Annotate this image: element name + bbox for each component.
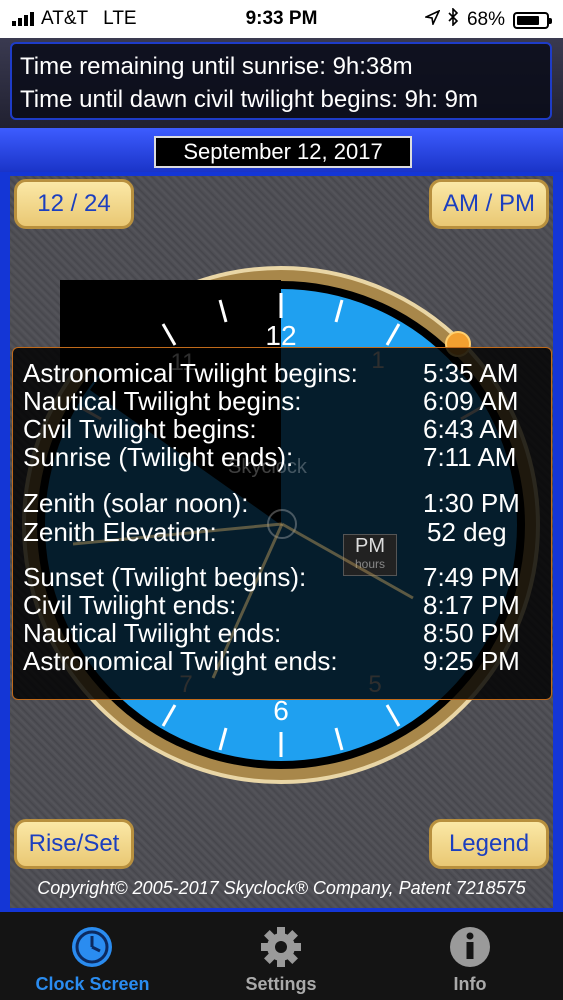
time-row: Zenith (solar noon): 1:30 PM	[23, 488, 520, 518]
tab-bar: Clock Screen Settings Info	[0, 912, 563, 1000]
tab-info[interactable]: Info	[400, 912, 540, 1000]
gear-icon	[261, 927, 301, 967]
time-row: Sunrise (Twilight ends): 7:11 AM	[23, 442, 517, 472]
tab-label: Info	[453, 974, 487, 994]
clock-icon	[72, 927, 112, 967]
legend-button[interactable]: Legend	[429, 819, 549, 869]
time-row: Nautical Twilight ends: 8:50 PM	[23, 618, 520, 648]
format-12-24-button[interactable]: 12 / 24	[14, 179, 134, 229]
time-row: Civil Twilight ends: 8:17 PM	[23, 590, 520, 620]
twilight-times-panel: Skyclock PM hours Astronomical Twilight …	[12, 347, 552, 700]
info-icon	[450, 927, 490, 967]
time-row: Nautical Twilight begins: 6:09 AM	[23, 386, 519, 416]
tab-settings[interactable]: Settings	[210, 912, 352, 1000]
time-row: Astronomical Twilight begins: 5:35 AM	[23, 358, 519, 388]
tab-clock-screen[interactable]: Clock Screen	[20, 912, 165, 1000]
tab-label: Clock Screen	[35, 974, 150, 994]
rise-set-button[interactable]: Rise/Set	[14, 819, 134, 869]
time-row: Civil Twilight begins: 6:43 AM	[23, 414, 519, 444]
time-row: Sunset (Twilight begins): 7:49 PM	[23, 562, 520, 592]
copyright-text: Copyright© 2005-2017 Skyclock® Company, …	[37, 878, 526, 898]
am-pm-button[interactable]: AM / PM	[429, 179, 549, 229]
time-row: Zenith Elevation: 52 deg	[23, 517, 507, 547]
tab-label: Settings	[245, 974, 317, 994]
time-row: Astronomical Twilight ends: 9:25 PM	[23, 646, 520, 676]
